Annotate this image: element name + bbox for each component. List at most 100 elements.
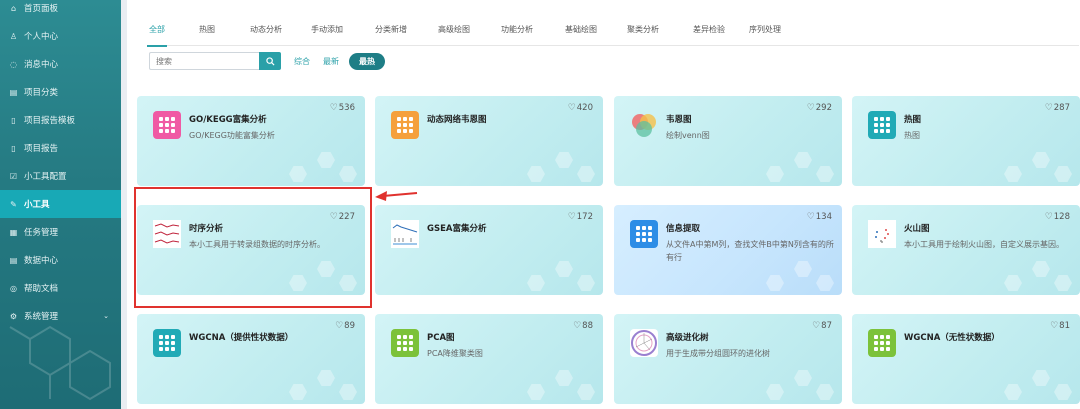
heart-icon: ♡ — [567, 212, 576, 222]
card-title: 韦恩图 — [666, 115, 692, 125]
sidebar-item-report-template[interactable]: ▯ 项目报告模板 — [0, 106, 121, 134]
tab-1[interactable]: 热图 — [199, 18, 215, 46]
sidebar-item-folder[interactable]: ▤ 项目分类 — [0, 78, 121, 106]
tab-6[interactable]: 功能分析 — [501, 18, 533, 46]
likes-count[interactable]: ♡ 172 — [568, 212, 593, 222]
search-input[interactable] — [149, 52, 259, 70]
sidebar: ⌂ 首页面板 ♙ 个人中心 ◌ 消息中心 ▤ 项目分类 ▯ 项目报告模板 ▯ 项目报告 ☑ 小工具配置 ✎ 小… — [0, 0, 121, 409]
likes-count[interactable]: ♡ 89 — [335, 321, 355, 331]
sidebar-item-user[interactable]: ♙ 个人中心 — [0, 22, 121, 50]
tab-3[interactable]: 手动添加 — [311, 18, 343, 46]
volcano-thumbnail-icon — [868, 220, 896, 248]
likes-count[interactable]: ♡ 536 — [330, 103, 355, 113]
sidebar-item-message[interactable]: ◌ 消息中心 — [0, 50, 121, 78]
sidebar-item-report[interactable]: ▯ 项目报告 — [0, 134, 121, 162]
heart-icon: ♡ — [329, 103, 338, 113]
tab-5[interactable]: 高级绘图 — [438, 18, 470, 46]
likes-number: 128 — [1053, 212, 1070, 222]
sidebar-item-label: 个人中心 — [24, 32, 59, 42]
heart-icon: ♡ — [335, 321, 344, 331]
sidebar-item-database[interactable]: ▤ 数据中心 — [0, 246, 121, 274]
sidebar-item-help[interactable]: ◎ 帮助文档 — [0, 274, 121, 302]
venn-thumbnail-icon — [630, 111, 658, 139]
tab-8[interactable]: 聚类分析 — [627, 18, 659, 46]
likes-count[interactable]: ♡ 420 — [568, 103, 593, 113]
heart-icon: ♡ — [567, 103, 576, 113]
sidebar-item-task[interactable]: ▦ 任务管理 — [0, 218, 121, 246]
highlight-box — [134, 187, 372, 308]
sort-newest[interactable]: 最新 — [323, 56, 339, 67]
folder-icon: ▤ — [9, 87, 18, 97]
card-title: GO/KEGG富集分析 — [189, 115, 267, 125]
user-icon: ♙ — [9, 31, 18, 41]
message-icon: ◌ — [10, 59, 17, 69]
likes-number: 87 — [821, 321, 832, 331]
heart-icon: ♡ — [1044, 212, 1053, 222]
sidebar-item-config[interactable]: ☑ 小工具配置 — [0, 162, 121, 190]
search-button[interactable] — [259, 52, 281, 70]
sidebar-item-label: 小工具 — [24, 200, 50, 210]
help-icon: ◎ — [10, 283, 17, 293]
card-description: 从文件A中第M列，查找文件B中第N列含有的所有行 — [666, 240, 834, 262]
card-description: PCA降维聚类图 — [427, 349, 483, 358]
likes-count[interactable]: ♡ 128 — [1045, 212, 1070, 222]
sidebar-item-label: 项目分类 — [24, 88, 59, 98]
likes-count[interactable]: ♡ 134 — [807, 212, 832, 222]
sidebar-item-label: 小工具配置 — [24, 172, 67, 182]
likes-number: 287 — [1053, 103, 1070, 113]
tool-card[interactable]: ♡ 420 动态网络韦恩图 — [375, 96, 603, 186]
tab-9[interactable]: 差异检验 — [693, 18, 725, 46]
likes-count[interactable]: ♡ 81 — [1050, 321, 1070, 331]
card-title: 热图 — [904, 115, 922, 125]
tab-2[interactable]: 动态分析 — [250, 18, 282, 46]
tool-card[interactable]: ♡ 87 高级进化树 用于生成带分组圆环的进化树 — [614, 314, 842, 404]
report-template-icon: ▯ — [11, 115, 16, 125]
tab-0[interactable]: 全部 — [147, 18, 167, 47]
card-description: 绘制venn图 — [666, 131, 710, 140]
sort-hottest[interactable]: 最热 — [349, 52, 385, 70]
tool-card[interactable]: ♡ 287 热图 热图 — [852, 96, 1080, 186]
sidebar-item-home[interactable]: ⌂ 首页面板 — [0, 0, 121, 22]
sidebar-item-wrench[interactable]: ✎ 小工具 — [0, 190, 121, 218]
sidebar-item-label: 项目报告 — [24, 144, 59, 154]
tab-7[interactable]: 基础绘图 — [565, 18, 597, 46]
heart-icon: ♡ — [812, 321, 821, 331]
card-title: WGCNA（提供性状数据） — [189, 333, 294, 343]
gsea-thumbnail-icon — [391, 220, 419, 248]
tool-card[interactable]: ♡ 134 信息提取从文件A中第M列，查找文件B中第N列含有的所有行 — [614, 205, 842, 295]
likes-number: 88 — [582, 321, 593, 331]
tool-card[interactable]: ♡ 536 GO/KEGG富集分析 GO/KEGG功能富集分析 — [137, 96, 365, 186]
teal-grid-thumbnail-icon — [868, 111, 896, 139]
card-description: GO/KEGG功能富集分析 — [189, 131, 275, 140]
card-title: WGCNA（无性状数据） — [904, 333, 1000, 343]
sidebar-item-label: 项目报告模板 — [24, 116, 76, 126]
tool-card[interactable]: ♡ 292 韦恩图绘制venn图 — [614, 96, 842, 186]
heart-icon: ♡ — [573, 321, 582, 331]
tab-10[interactable]: 序列处理 — [749, 18, 781, 46]
tool-card[interactable]: ♡ 89 WGCNA（提供性状数据） — [137, 314, 365, 404]
tab-4[interactable]: 分类新增 — [375, 18, 407, 46]
card-description: 本小工具用于绘制火山图，自定义展示基因。 — [904, 240, 1064, 249]
likes-number: 134 — [815, 212, 832, 222]
likes-count[interactable]: ♡ 292 — [807, 103, 832, 113]
tool-card[interactable]: ♡ 88 PCA图 PCA降维聚类图 — [375, 314, 603, 404]
tool-card[interactable]: ♡ 128 火山图 本小工具用于绘制火山图，自定义展示基因。 — [852, 205, 1080, 295]
sidebar-item-label: 消息中心 — [24, 60, 59, 70]
orange-grid-thumbnail-icon — [391, 111, 419, 139]
likes-count[interactable]: ♡ 87 — [812, 321, 832, 331]
card-title: PCA图 — [427, 333, 455, 343]
likes-number: 292 — [815, 103, 832, 113]
card-title: 信息提取 — [666, 224, 701, 234]
tool-card[interactable]: ♡ 81 WGCNA（无性状数据） — [852, 314, 1080, 404]
likes-count[interactable]: ♡ 287 — [1045, 103, 1070, 113]
heart-icon: ♡ — [806, 212, 815, 222]
likes-number: 89 — [344, 321, 355, 331]
likes-count[interactable]: ♡ 88 — [573, 321, 593, 331]
sidebar-item-label: 数据中心 — [24, 256, 59, 266]
sidebar-item-label: 首页面板 — [24, 4, 59, 14]
home-icon: ⌂ — [10, 3, 17, 13]
arrow-icon — [375, 191, 418, 201]
card-title: 高级进化树 — [666, 333, 709, 343]
tool-card[interactable]: ♡ 172 GSEA富集分析 — [375, 205, 603, 295]
sort-comprehensive[interactable]: 综合 — [294, 56, 310, 67]
